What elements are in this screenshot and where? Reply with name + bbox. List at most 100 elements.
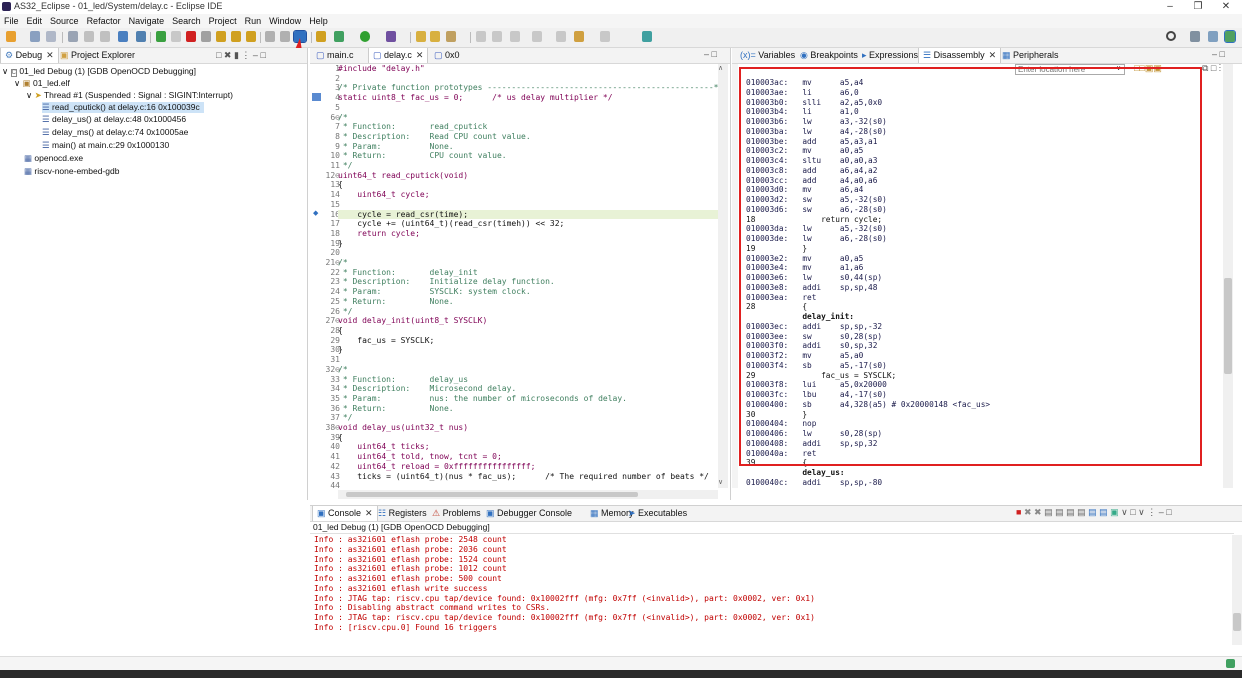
console-line: Info : JTAG tap: riscv.cpu tap/device fo… <box>314 613 815 622</box>
code-line: */ <box>338 413 353 423</box>
console-toolbar-icons[interactable]: ■ ✖ ✖ ▤ ▤ ▤ ▤ ▤ ▤ ▣ ∨ □ ∨ ⋮ – □ <box>1016 507 1172 518</box>
console-vertical-scrollbar[interactable] <box>1232 535 1242 645</box>
view-toolbar-icons[interactable]: □ ✖ ▮ ⋮ – □ <box>216 50 266 61</box>
tree-item-frame[interactable]: ☰ delay_us() at delay.c:48 0x1000456 <box>42 114 186 125</box>
instruction-pointer-marker <box>312 93 321 101</box>
tab-executables[interactable]: ➤ Executables <box>624 506 691 521</box>
stack-frame-icon: ☰ <box>42 140 50 150</box>
tree-item-frame[interactable]: ☰ main() at main.c:29 0x1000130 <box>42 140 169 151</box>
tab-disassembly[interactable]: ☰ Disassembly ✕ <box>918 48 1002 63</box>
console-line: Info : as32i601 eflash write success <box>314 583 488 593</box>
code-line: */ <box>338 161 353 171</box>
close-icon[interactable]: ✕ <box>365 508 373 518</box>
process-icon: ▦ <box>24 166 33 176</box>
peripherals-icon: ▦ <box>1002 50 1014 60</box>
disassembly-vertical-scrollbar[interactable] <box>1223 64 1233 488</box>
tab-breakpoints[interactable]: ◉ Breakpoints <box>796 48 862 63</box>
code-line: cycle += (uint64_t)(read_csr(timeh)) << … <box>338 219 565 229</box>
tab-console[interactable]: ▣ Console ✕ <box>312 506 378 521</box>
console-output[interactable]: Info : as32i601 eflash probe: 2548 count… <box>314 535 815 633</box>
code-line: /* <box>338 112 348 122</box>
tab-delay-c[interactable]: ▢ delay.c ✕ <box>368 48 429 63</box>
tree-item-elf[interactable]: ∨ ▣ 01_led.elf <box>14 78 70 89</box>
memory-icon: ▢ <box>434 50 446 60</box>
status-bar <box>0 656 1242 671</box>
code-line: * Param: None. <box>338 141 454 151</box>
debug-tabbar: ⚙ Debug ✕ ▣ Project Explorer □ ✖ ▮ ⋮ – □ <box>0 48 307 64</box>
status-icon <box>1226 659 1235 668</box>
code-line: static uint8_t fac_us = 0; /* us delay m… <box>338 93 613 103</box>
tab-0x0[interactable]: ▢ 0x0 <box>430 48 464 63</box>
tree-item-frame[interactable]: ☰ delay_ms() at delay.c:74 0x10005ae <box>42 127 188 138</box>
code-line: * Return: CPU count value. <box>338 151 507 161</box>
code-line: * Function: read_cputick <box>338 122 488 132</box>
code-line: * Description: Microsecond delay. <box>338 384 517 394</box>
code-line: { <box>338 325 343 335</box>
tree-item-process[interactable]: ▦ riscv-none-embed-gdb <box>24 166 119 177</box>
problems-icon: ⚠ <box>432 508 443 518</box>
right-min-max-icons[interactable]: – □ <box>1212 49 1225 59</box>
scroll-down-icon[interactable]: ∨ <box>718 478 723 486</box>
disassembly-menu-icons[interactable]: ⧉ □ ⋮ <box>1202 63 1221 74</box>
code-line: uint64_t ticks; <box>338 442 430 452</box>
right-tabbar: (x)= Variables ◉ Breakpoints ▸ Expressio… <box>732 48 1242 64</box>
tab-expressions[interactable]: ▸ Expressions <box>858 48 922 63</box>
tree-item-process[interactable]: ▦ openocd.exe <box>24 153 83 164</box>
disassembly-icon: ☰ <box>923 50 934 60</box>
code-line: /* Private function prototypes ---------… <box>338 83 724 93</box>
tab-peripherals[interactable]: ▦ Peripherals <box>998 48 1063 63</box>
tab-variables[interactable]: (x)= Variables <box>736 48 799 63</box>
breakpoints-icon: ◉ <box>800 50 811 60</box>
tab-project-explorer[interactable]: ▣ Project Explorer <box>56 48 139 63</box>
console-view: ▣ Console ✕ ☷ Registers ⚠ Problems ▣ Debu… <box>310 505 1242 656</box>
breakpoint-icon[interactable]: ◆ <box>313 209 318 217</box>
console-line: Info : as32i601 eflash probe: 500 count <box>314 574 502 583</box>
code-line: uint64_t told, tnow, tcnt = 0; <box>338 452 502 462</box>
horizontal-scroll-thumb[interactable] <box>346 492 638 497</box>
console-line: Info : Disabling abstract command writes… <box>314 603 551 613</box>
code-line: ticks = (uint64_t)(nus * fac_us); /* The… <box>338 471 709 481</box>
code-line: } <box>338 345 343 355</box>
close-icon[interactable]: ✕ <box>46 50 54 60</box>
project-explorer-icon: ▣ <box>60 50 72 60</box>
code-line: * Description: Initialize delay function… <box>338 277 555 287</box>
tab-registers[interactable]: ☷ Registers <box>374 506 431 521</box>
tree-item-frame-selected[interactable]: ☰ read_cputick() at delay.c:16 0x100039c <box>42 102 204 113</box>
stack-frame-icon: ☰ <box>42 114 50 124</box>
elf-icon: ▣ <box>22 78 31 88</box>
editor-vertical-scrollbar[interactable]: ∧ ∨ <box>718 64 728 488</box>
console-scroll-thumb[interactable] <box>1233 613 1241 631</box>
debugger-console-icon: ▣ <box>486 508 498 518</box>
console-session-label: 01_led Debug (1) [GDB OpenOCD Debugging] <box>313 522 490 532</box>
editor-tabbar: ▢ main.c ▢ delay.c ✕ ▢ 0x0 – □ <box>310 48 730 64</box>
editor-area: ▢ main.c ▢ delay.c ✕ ▢ 0x0 – □ ◆ 1 2 3 4 5 6⊖ 7… <box>310 48 731 500</box>
disassembly-line: 0100040c: addi sp,sp,-80 <box>746 477 883 487</box>
tree-item-thread[interactable]: ∨ ➤ Thread #1 (Suspended : Signal : SIGI… <box>26 90 233 101</box>
taskbar <box>0 670 1242 678</box>
tab-problems[interactable]: ⚠ Problems <box>428 506 485 521</box>
code-line: { <box>338 180 343 190</box>
scroll-up-icon[interactable]: ∧ <box>718 64 723 72</box>
tab-debugger-console[interactable]: ▣ Debugger Console <box>482 506 576 521</box>
disassembly-ruler <box>732 64 738 488</box>
code-line: * Function: delay_us <box>338 374 469 384</box>
editor-min-max-icons[interactable]: – □ <box>704 49 717 59</box>
console-line: Info : as32i601 eflash probe: 2548 count <box>314 535 507 544</box>
tab-main-c[interactable]: ▢ main.c <box>312 48 358 63</box>
tab-debug[interactable]: ⚙ Debug ✕ <box>0 48 59 63</box>
vertical-scroll-thumb[interactable] <box>1224 278 1232 374</box>
code-line: uint64_t cycle; <box>338 190 430 200</box>
console-tabbar: ▣ Console ✕ ☷ Registers ⚠ Problems ▣ Debu… <box>310 506 1242 522</box>
code-line: { <box>338 432 343 442</box>
editor-horizontal-scrollbar[interactable] <box>338 490 718 499</box>
close-icon[interactable]: ✕ <box>989 50 997 60</box>
console-icon: ▣ <box>317 508 329 518</box>
variables-icon: (x)= <box>740 50 759 60</box>
close-icon[interactable]: ✕ <box>416 50 424 60</box>
code-line: } <box>338 238 343 248</box>
console-line: Info : as32i601 eflash probe: 1524 count <box>314 554 507 564</box>
code-editor[interactable]: #include "delay.h" /* Private function p… <box>338 64 724 491</box>
